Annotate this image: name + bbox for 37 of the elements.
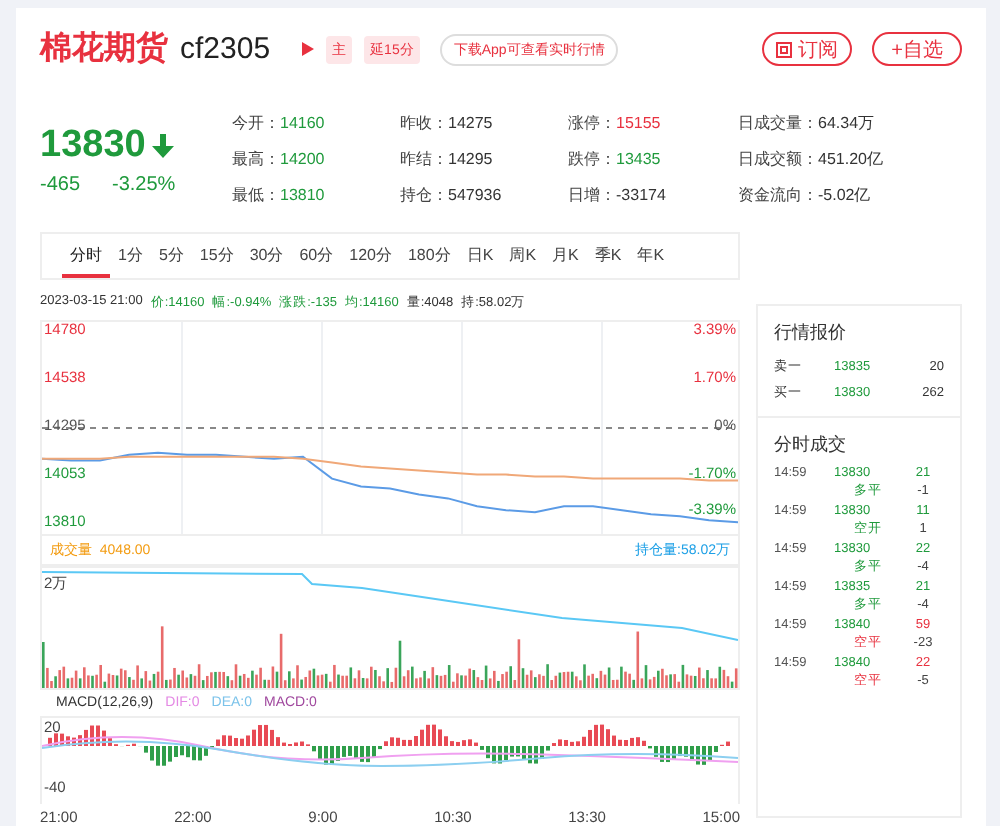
subscribe-button[interactable]: 订阅 bbox=[762, 32, 852, 66]
down-arrow-icon bbox=[151, 133, 174, 157]
stat-item: 日增：-33174 bbox=[568, 184, 668, 206]
stat-item: 最高：14200 bbox=[232, 148, 327, 170]
add-watchlist-button[interactable]: +自选 bbox=[872, 32, 962, 66]
stat-item: 昨收：14275 bbox=[400, 112, 495, 134]
stat-item: 资金流向：-5.02亿 bbox=[738, 184, 873, 206]
period-tab[interactable]: 15分 bbox=[191, 234, 242, 278]
stat-item: 日成交额：451.20亿 bbox=[738, 148, 885, 170]
commodity-name: 棉花期货 bbox=[40, 29, 168, 70]
section-title: 分时成交 bbox=[772, 432, 848, 458]
period-tab[interactable]: 180分 bbox=[399, 234, 459, 278]
period-tab[interactable]: 年K bbox=[629, 234, 673, 278]
contract-code: cf2305 bbox=[180, 32, 271, 66]
stat-item: 昨结：14295 bbox=[400, 148, 495, 170]
last-price: 13830 bbox=[40, 123, 146, 167]
period-tab[interactable]: 5分 bbox=[150, 234, 192, 278]
period-tab[interactable]: 日K bbox=[458, 234, 502, 278]
section-title: 行情报价 bbox=[772, 320, 848, 346]
subscribe-icon bbox=[776, 41, 792, 57]
price-change: -465 bbox=[40, 173, 81, 195]
stat-item: 涨停：15155 bbox=[568, 112, 663, 134]
period-tab[interactable]: 1分 bbox=[110, 234, 151, 278]
stat-item: 最低：13810 bbox=[232, 184, 327, 206]
period-tab[interactable]: 周K bbox=[501, 234, 545, 278]
stat-item: 日成交量：64.34万 bbox=[738, 112, 877, 134]
stat-item: 今开：14160 bbox=[232, 112, 327, 134]
period-tab[interactable]: 60分 bbox=[291, 234, 342, 278]
stat-item: 持仓：547936 bbox=[400, 184, 504, 206]
period-tab[interactable]: 分时 bbox=[62, 234, 110, 278]
period-tab[interactable]: 30分 bbox=[241, 234, 292, 278]
period-tab[interactable]: 月K bbox=[544, 234, 587, 278]
percent-change: -3.25% bbox=[112, 173, 176, 195]
period-tab[interactable]: 120分 bbox=[341, 234, 400, 278]
stat-item: 跌停：13435 bbox=[568, 148, 663, 170]
play-icon[interactable] bbox=[302, 42, 315, 56]
period-tab[interactable]: 季K bbox=[586, 234, 630, 278]
